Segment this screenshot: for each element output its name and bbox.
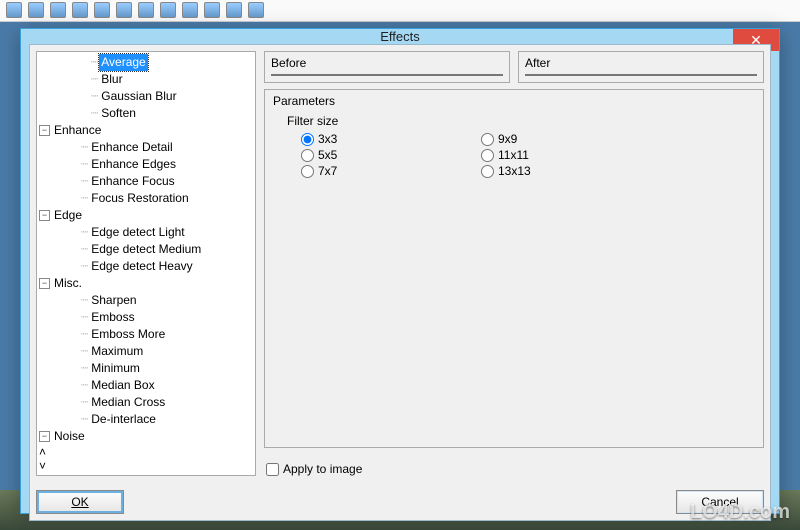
radio-13x13[interactable]: 13x13 <box>481 164 621 178</box>
bg-icon <box>182 2 198 18</box>
tree-item-minimum[interactable]: ┈Minimum <box>53 360 253 377</box>
scroll-up-button[interactable]: ˄ <box>39 445 253 459</box>
parameters-group: Parameters Filter size 3x3 9x9 5x5 11x11… <box>264 89 764 448</box>
radio-11x11[interactable]: 11x11 <box>481 148 621 162</box>
filter-size-label: Filter size <box>287 114 755 128</box>
collapse-icon[interactable]: − <box>39 431 50 442</box>
tree-group-misc[interactable]: −Misc. <box>39 275 253 292</box>
tree-item-median-cross[interactable]: ┈Median Cross <box>53 394 253 411</box>
tree-group-noise[interactable]: −Noise <box>39 428 253 445</box>
preview-after: After <box>518 51 764 83</box>
bg-icon <box>138 2 154 18</box>
collapse-icon[interactable]: − <box>39 125 50 136</box>
bg-icon <box>160 2 176 18</box>
dialog-title: Effects <box>380 29 420 44</box>
tree-item-edge-heavy[interactable]: ┈Edge detect Heavy <box>53 258 253 275</box>
background-toolbar <box>0 0 800 22</box>
ok-button[interactable]: OK <box>36 490 124 514</box>
before-label: Before <box>271 56 503 70</box>
after-label: After <box>525 56 757 70</box>
scroll-down-button[interactable]: ˅ <box>39 459 253 473</box>
radio-7x7[interactable]: 7x7 <box>301 164 441 178</box>
radio-input[interactable] <box>481 165 494 178</box>
radio-input[interactable] <box>301 149 314 162</box>
before-image <box>271 74 503 76</box>
tree-item-soften[interactable]: ┈Soften <box>63 105 253 122</box>
tree-item-emboss[interactable]: ┈Emboss <box>53 309 253 326</box>
radio-input[interactable] <box>481 149 494 162</box>
bg-icon <box>248 2 264 18</box>
bg-icon <box>204 2 220 18</box>
tree-item-emboss-more[interactable]: ┈Emboss More <box>53 326 253 343</box>
tree-item-average[interactable]: ┈Average <box>63 54 253 71</box>
tree-item-sharpen[interactable]: ┈Sharpen <box>53 292 253 309</box>
watermark: LO4D.com <box>690 501 790 524</box>
collapse-icon[interactable]: − <box>39 210 50 221</box>
titlebar[interactable]: Effects ✕ <box>21 29 779 44</box>
bg-icon <box>72 2 88 18</box>
tree-item-median-box[interactable]: ┈Median Box <box>53 377 253 394</box>
radio-input[interactable] <box>481 133 494 146</box>
radio-9x9[interactable]: 9x9 <box>481 132 621 146</box>
radio-input[interactable] <box>301 165 314 178</box>
effects-dialog: Effects ✕ ┈Average ┈Blur ┈Gaussian Blur … <box>20 28 780 514</box>
content-row: ┈Average ┈Blur ┈Gaussian Blur ┈Soften −E… <box>36 51 764 476</box>
tree-item-gaussian-blur[interactable]: ┈Gaussian Blur <box>63 88 253 105</box>
tree-item-edge-light[interactable]: ┈Edge detect Light <box>53 224 253 241</box>
tree-group-edge[interactable]: −Edge <box>39 207 253 224</box>
bg-icon <box>6 2 22 18</box>
parameters-title: Parameters <box>273 94 755 108</box>
tree-item-edge-medium[interactable]: ┈Edge detect Medium <box>53 241 253 258</box>
bg-icon <box>116 2 132 18</box>
right-column: Before After <box>264 51 764 476</box>
tree-item-enhance-edges[interactable]: ┈Enhance Edges <box>53 156 253 173</box>
after-image <box>525 74 757 76</box>
apply-label: Apply to image <box>283 462 362 476</box>
tree-item-deinterlace[interactable]: ┈De-interlace <box>53 411 253 428</box>
radio-5x5[interactable]: 5x5 <box>301 148 441 162</box>
tree-group-enhance[interactable]: −Enhance <box>39 122 253 139</box>
apply-to-image-row[interactable]: Apply to image <box>264 458 764 476</box>
effects-tree[interactable]: ┈Average ┈Blur ┈Gaussian Blur ┈Soften −E… <box>36 51 256 476</box>
radio-3x3[interactable]: 3x3 <box>301 132 441 146</box>
tree-item-maximum[interactable]: ┈Maximum <box>53 343 253 360</box>
bg-icon <box>226 2 242 18</box>
tree-item-enhance-focus[interactable]: ┈Enhance Focus <box>53 173 253 190</box>
tree-item-enhance-detail[interactable]: ┈Enhance Detail <box>53 139 253 156</box>
filter-size-options: 3x3 9x9 5x5 11x11 7x7 13x13 <box>301 132 755 178</box>
dialog-client: ┈Average ┈Blur ┈Gaussian Blur ┈Soften −E… <box>29 44 771 521</box>
dialog-buttons: OK Cancel <box>36 476 764 514</box>
bg-icon <box>28 2 44 18</box>
bg-icon <box>50 2 66 18</box>
tree-item-focus-restoration[interactable]: ┈Focus Restoration <box>53 190 253 207</box>
apply-checkbox[interactable] <box>266 463 279 476</box>
bg-icon <box>94 2 110 18</box>
collapse-icon[interactable]: − <box>39 278 50 289</box>
radio-input[interactable] <box>301 133 314 146</box>
preview-row: Before After <box>264 51 764 83</box>
preview-before: Before <box>264 51 510 83</box>
tree-item-blur[interactable]: ┈Blur <box>63 71 253 88</box>
